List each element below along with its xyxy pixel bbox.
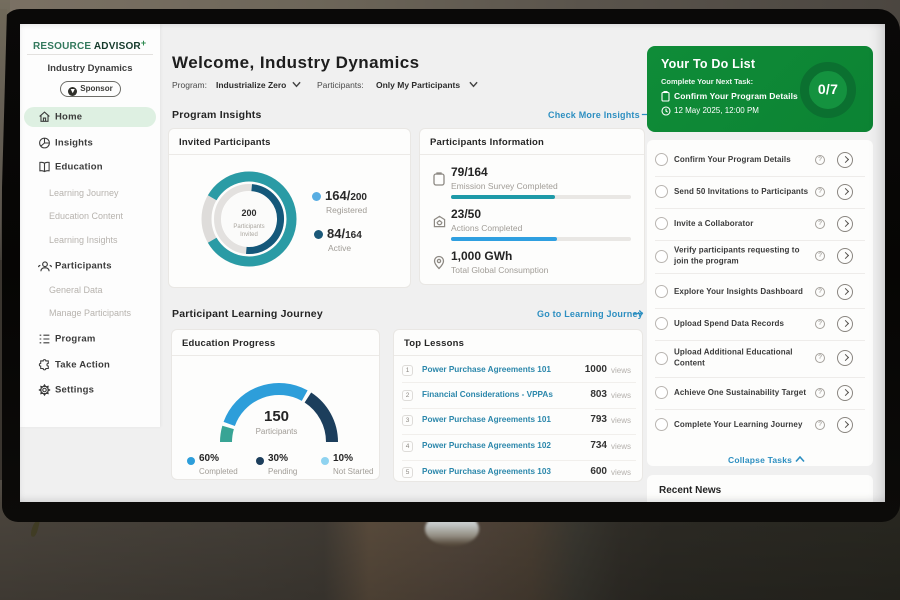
svg-text:200: 200 bbox=[241, 208, 256, 218]
svg-text:Invited: Invited bbox=[240, 232, 258, 238]
svg-text:Participants: Participants bbox=[233, 224, 264, 230]
